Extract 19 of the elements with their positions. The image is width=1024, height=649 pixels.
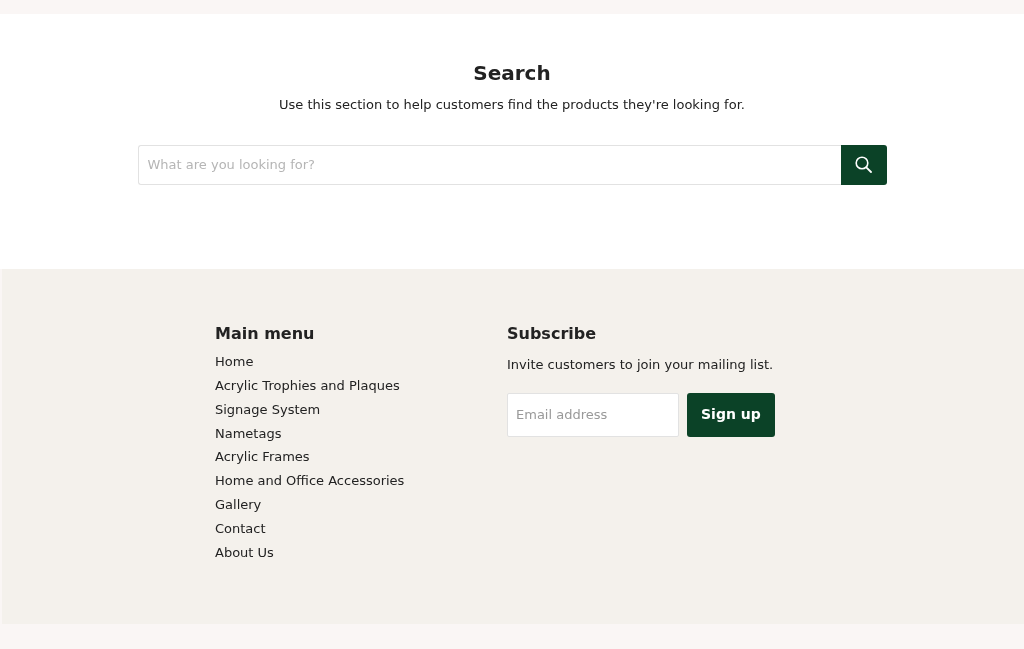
- search-description: Use this section to help customers find the products they're looking for.: [278, 96, 746, 114]
- subscribe-heading: Subscribe: [507, 324, 598, 344]
- email-field[interactable]: Email address: [507, 392, 679, 437]
- search-title: Search: [472, 61, 552, 85]
- menu-heading: Main menu: [215, 324, 316, 344]
- signup-button[interactable]: Sign up: [687, 392, 775, 437]
- subscribe-description: Invite customers to join your mailing list.: [507, 356, 775, 375]
- search-button[interactable]: [840, 144, 887, 185]
- menu-link[interactable]: Acrylic Frames: [215, 450, 507, 465]
- menu-link[interactable]: Acrylic Trophies and Plaques: [215, 379, 507, 394]
- menu-link[interactable]: Signage System: [215, 402, 507, 418]
- search-icon: [855, 156, 872, 173]
- menu-link[interactable]: Gallery: [215, 497, 507, 513]
- menu-link[interactable]: Home: [215, 355, 507, 370]
- menu-link[interactable]: Home and Office Accessories: [215, 474, 507, 489]
- search-field[interactable]: What are you looking for?: [137, 144, 841, 185]
- menu-link[interactable]: Nametags: [215, 426, 507, 441]
- menu-link[interactable]: Contact: [215, 521, 507, 537]
- menu-link[interactable]: About Us: [215, 545, 507, 560]
